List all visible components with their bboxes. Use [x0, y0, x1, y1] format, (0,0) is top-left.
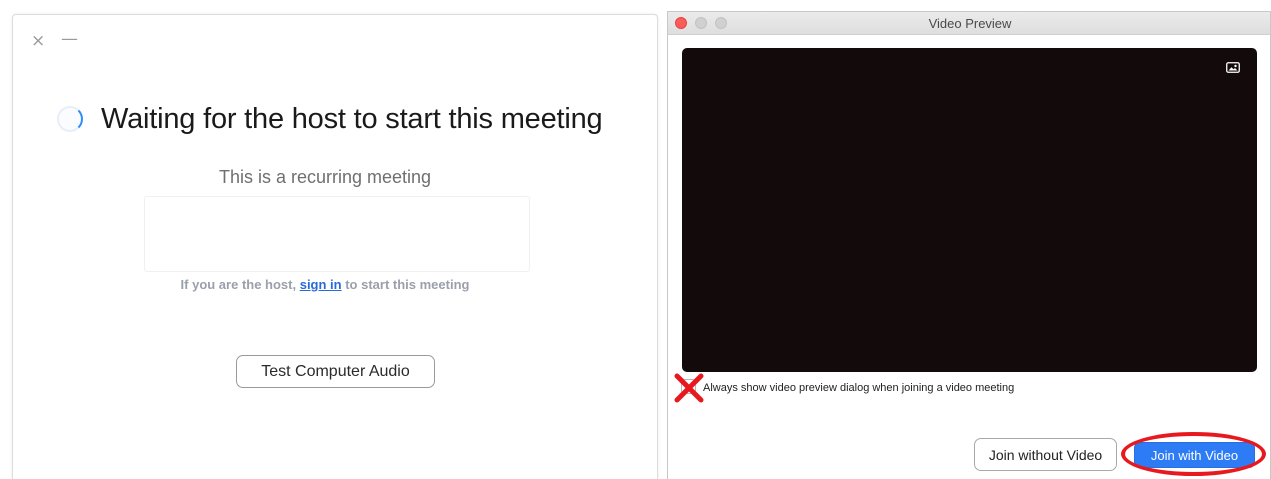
join-with-video-button[interactable]: Join with Video: [1134, 442, 1255, 468]
window-title: Video Preview: [928, 16, 1012, 31]
waiting-room-window: × — Waiting for the host to start this m…: [12, 14, 658, 479]
always-show-preview-label: Always show video preview dialog when jo…: [703, 382, 1015, 394]
always-show-preview-checkbox[interactable]: [674, 373, 704, 403]
minimize-icon[interactable]: —: [61, 29, 78, 49]
loading-spinner-icon: [57, 106, 83, 132]
page-title: Waiting for the host to start this meeti…: [101, 103, 603, 135]
switch-camera-icon[interactable]: [1226, 62, 1240, 73]
meeting-info-box: [144, 196, 530, 272]
screenshot-stage: × — Waiting for the host to start this m…: [0, 0, 1271, 479]
video-preview-window: Video Preview Always show video preview …: [667, 11, 1271, 479]
host-line-suffix: to start this meeting: [341, 277, 470, 292]
host-sign-in-line: If you are the host, sign in to start th…: [2, 277, 648, 292]
preview-body: Always show video preview dialog when jo…: [668, 35, 1270, 479]
recurring-meeting-text: This is a recurring meeting: [218, 167, 432, 187]
video-preview-area: [682, 48, 1257, 372]
title-bar[interactable]: Video Preview: [668, 12, 1270, 35]
join-without-video-button[interactable]: Join without Video: [974, 438, 1117, 471]
sign-in-link[interactable]: sign in: [300, 277, 342, 292]
test-computer-audio-button[interactable]: Test Computer Audio: [236, 355, 435, 388]
red-cross-annotation-icon: [674, 373, 704, 403]
close-icon[interactable]: ×: [31, 31, 45, 51]
host-line-prefix: If you are the host,: [180, 277, 300, 292]
